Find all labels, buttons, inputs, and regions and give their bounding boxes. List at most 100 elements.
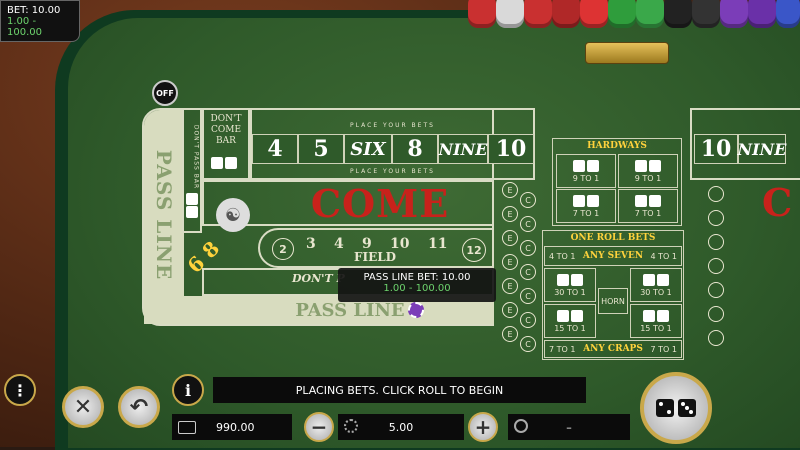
e-bet[interactable]: E xyxy=(502,278,518,294)
e-bet[interactable]: E xyxy=(502,254,518,270)
placed-chip-icon[interactable] xyxy=(408,302,424,318)
place-bet-10[interactable]: 10 xyxy=(488,134,534,164)
any-craps-bet[interactable]: 7 TO 1 ANY CRAPS 7 TO 1 xyxy=(544,340,682,358)
place-your-bets-top: PLACE YOUR BETS xyxy=(350,122,435,129)
chip-stack-purple[interactable] xyxy=(748,0,776,28)
chip-stack-green[interactable] xyxy=(608,0,636,28)
bet-info-panel: BET: 10.00 1.00 - 100.00 xyxy=(0,0,80,42)
come-label: COME xyxy=(310,180,450,226)
e-bet[interactable]: E xyxy=(502,302,518,318)
chip-stack-white[interactable] xyxy=(496,0,524,28)
yo-eleven-payout: 15 TO 1 xyxy=(640,323,672,333)
twelve-bet[interactable]: 30 TO 1 xyxy=(630,268,682,302)
c-bet[interactable]: C xyxy=(520,216,536,232)
tooltip-range: 1.00 - 100.00 xyxy=(383,283,451,294)
one-roll-title: ONE ROLL BETS xyxy=(570,233,656,243)
c-bet[interactable]: C xyxy=(520,312,536,328)
hard-6-bet[interactable]: 9 TO 1 xyxy=(556,154,616,188)
menu-icon: ⋮ xyxy=(12,380,28,400)
dont-pass-bar-label: DON'T PASS BAR xyxy=(192,124,200,190)
place-bet-6[interactable]: SIX xyxy=(344,134,392,164)
yo-eleven-bet[interactable]: 15 TO 1 xyxy=(630,304,682,338)
twelve-payout: 30 TO 1 xyxy=(640,287,672,297)
tooltip-bet: PASS LINE BET: 10.00 xyxy=(363,272,471,283)
any-seven-right-payout: 4 TO 1 xyxy=(650,251,677,261)
info-icon: i xyxy=(184,380,192,400)
last-win-panel: – xyxy=(508,414,630,440)
menu-button[interactable]: ⋮ xyxy=(4,374,36,406)
ce-bets-column[interactable]: E C E C E C E C E C E C E C xyxy=(502,182,540,362)
bet-amount: BET: 10.00 xyxy=(7,5,61,16)
dont-pass-bar-dice-icon xyxy=(184,192,200,222)
e-bet-right xyxy=(708,306,724,322)
bet-range: 1.00 - 100.00 xyxy=(7,16,42,38)
chip-stack-red[interactable] xyxy=(468,0,496,28)
any-craps-right-payout: 7 TO 1 xyxy=(650,344,677,354)
horn-label: HORN xyxy=(601,296,625,306)
off-puck: OFF xyxy=(152,80,178,106)
chip-stack-green[interactable] xyxy=(636,0,664,28)
roll-dice-button[interactable] xyxy=(640,372,712,444)
wallet-icon xyxy=(178,420,196,434)
dice-icon xyxy=(656,399,696,417)
any-craps-label: ANY CRAPS xyxy=(583,344,643,354)
undo-button[interactable]: ↶ xyxy=(118,386,160,428)
place-bet-8[interactable]: 8 xyxy=(392,134,438,164)
c-bet[interactable]: C xyxy=(520,288,536,304)
any-seven-bet[interactable]: 4 TO 1 ANY SEVEN 4 TO 1 xyxy=(544,246,682,266)
c-bet[interactable]: C xyxy=(520,192,536,208)
chip-stack-black[interactable] xyxy=(664,0,692,28)
e-bet-right xyxy=(708,282,724,298)
chip-stack-red[interactable] xyxy=(580,0,608,28)
e-bet-right xyxy=(708,258,724,274)
dont-pass-label: DON'T P xyxy=(292,272,345,285)
clear-bets-button[interactable]: ✕ xyxy=(62,386,104,428)
any-craps-left-payout: 7 TO 1 xyxy=(549,344,576,354)
chip-stack-red[interactable] xyxy=(552,0,580,28)
undo-icon: ↶ xyxy=(129,394,149,420)
field-number-11: 11 xyxy=(428,236,448,252)
decrease-chip-button[interactable]: − xyxy=(304,412,334,442)
chip-stack-red[interactable] xyxy=(524,0,552,28)
dice-rack xyxy=(585,42,669,64)
c-bet[interactable]: C xyxy=(520,264,536,280)
place-bet-9[interactable]: NINE xyxy=(438,134,488,164)
ace-deuce-bet[interactable]: 15 TO 1 xyxy=(544,304,596,338)
hard-8-bet[interactable]: 9 TO 1 xyxy=(618,154,678,188)
chip-stack-blue[interactable] xyxy=(776,0,800,28)
right-come-label-partial: C xyxy=(762,180,793,225)
field-number-3: 3 xyxy=(306,236,316,252)
horn-bet[interactable]: HORN xyxy=(598,288,628,314)
chip-value: 5.00 xyxy=(388,420,414,434)
field-label: FIELD xyxy=(353,250,397,264)
hard-6-payout: 9 TO 1 xyxy=(572,173,600,183)
info-button[interactable]: i xyxy=(172,374,204,406)
place-bet-5[interactable]: 5 xyxy=(298,134,344,164)
place-bet-4[interactable]: 4 xyxy=(252,134,298,164)
e-bet[interactable]: E xyxy=(502,206,518,222)
e-bet-right xyxy=(708,330,724,346)
pass-line-vertical-label: PASS LINE xyxy=(152,149,176,281)
e-bet[interactable]: E xyxy=(502,230,518,246)
right-place-bet-9[interactable]: NINE xyxy=(738,134,786,164)
place-your-bets-bottom: PLACE YOUR BETS xyxy=(350,168,435,175)
hard-4-payout: 7 TO 1 xyxy=(572,208,600,218)
chip-stack-black[interactable] xyxy=(692,0,720,28)
e-bet[interactable]: E xyxy=(502,182,518,198)
award-icon xyxy=(514,419,528,433)
c-bet[interactable]: C xyxy=(520,240,536,256)
hard-8-payout: 9 TO 1 xyxy=(634,173,662,183)
aces-bet[interactable]: 30 TO 1 xyxy=(544,268,596,302)
hard-10-bet[interactable]: 7 TO 1 xyxy=(618,189,678,223)
increase-chip-button[interactable]: + xyxy=(468,412,498,442)
right-place-bet-10[interactable]: 10 xyxy=(694,134,738,164)
chip-value-panel: 5.00 xyxy=(338,414,464,440)
e-bet[interactable]: E xyxy=(502,326,518,342)
hard-4-bet[interactable]: 7 TO 1 xyxy=(556,189,616,223)
c-bet[interactable]: C xyxy=(520,336,536,352)
e-bet-right xyxy=(708,234,724,250)
any-seven-label: ANY SEVEN xyxy=(582,251,644,261)
dont-come-dice-icon xyxy=(210,154,238,173)
ace-deuce-payout: 15 TO 1 xyxy=(554,323,586,333)
chip-stack-purple[interactable] xyxy=(720,0,748,28)
